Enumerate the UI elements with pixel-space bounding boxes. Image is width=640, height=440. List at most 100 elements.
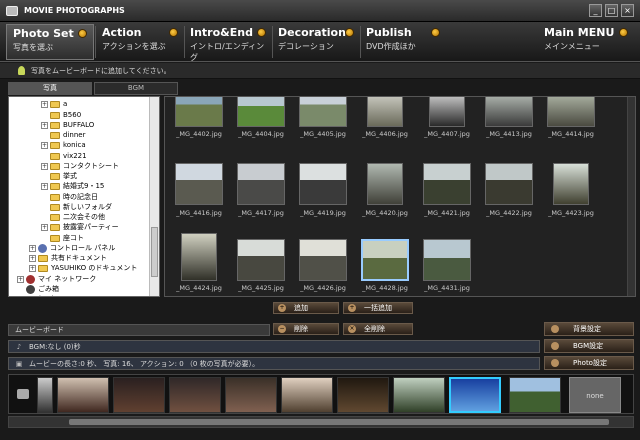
strip-frame[interactable] <box>169 377 221 413</box>
tab-photos[interactable]: 写真 <box>8 82 92 95</box>
app-icon <box>6 5 18 16</box>
tree-item[interactable]: 座コト <box>63 233 84 243</box>
expand-icon[interactable]: + <box>41 162 48 170</box>
photo-item[interactable]: _MG_4419.jpg <box>293 157 353 217</box>
photo-item[interactable]: _MG_4405.jpg <box>293 97 353 157</box>
strip-frame-selected[interactable] <box>449 377 501 413</box>
photo-item[interactable]: _MG_4423.jpg <box>541 157 601 217</box>
photo-setting-button[interactable]: Photo設定 <box>544 356 634 370</box>
source-tabs: 写真 BGM <box>8 82 178 95</box>
strip-frame[interactable] <box>509 377 561 413</box>
bgm-setting-button[interactable]: BGM設定 <box>544 339 634 353</box>
scrollbar-thumb[interactable] <box>69 419 609 425</box>
photo-item[interactable]: _MG_4417.jpg <box>231 157 291 217</box>
photo-item-selected[interactable]: _MG_4428.jpg <box>355 233 415 293</box>
photo-item[interactable]: _MG_4406.jpg <box>355 97 415 157</box>
tree-item[interactable]: 挙式 <box>63 171 77 181</box>
tree-item[interactable]: YASUHIKO のドキュメント <box>51 263 137 273</box>
trash-icon <box>26 284 35 294</box>
background-setting-button[interactable]: 背景設定 <box>544 322 634 336</box>
expand-icon[interactable]: + <box>29 244 36 252</box>
photo-item[interactable]: _MG_4426.jpg <box>293 233 353 293</box>
photo-item[interactable]: _MG_4402.jpg <box>169 97 229 157</box>
tab-photo-set[interactable]: Photo Set 写真を選ぶ <box>6 24 94 60</box>
camera-icon[interactable] <box>17 389 29 399</box>
orb-icon <box>78 29 87 38</box>
close-button[interactable]: × <box>621 4 634 17</box>
expand-icon[interactable]: + <box>41 141 48 149</box>
strip-frame[interactable] <box>113 377 165 413</box>
expand-icon[interactable]: + <box>29 254 36 262</box>
photo-item[interactable]: _MG_4431.jpg <box>417 233 477 293</box>
tree-item[interactable]: 共有ドキュメント <box>51 253 107 263</box>
strip-frame[interactable] <box>281 377 333 413</box>
tree-item[interactable]: 時の記念日 <box>63 192 98 202</box>
photo-item[interactable]: _MG_4424.jpg <box>169 233 229 293</box>
tab-intro-end[interactable]: Intro&End イントロ/エンディング <box>184 24 272 62</box>
tree-item[interactable]: BUFFALO <box>63 121 94 129</box>
tree-scrollbar[interactable] <box>149 97 159 296</box>
photo-filename: _MG_4413.jpg <box>486 130 532 138</box>
tree-item[interactable]: B560 <box>63 111 81 119</box>
folder-icon <box>50 172 60 180</box>
photo-filename: _MG_4422.jpg <box>486 209 532 217</box>
scrollbar-thumb[interactable] <box>151 227 158 277</box>
photo-item[interactable]: _MG_4420.jpg <box>355 157 415 217</box>
photo-item[interactable]: _MG_4416.jpg <box>169 157 229 217</box>
photo-thumbnail <box>429 97 465 127</box>
add-all-button[interactable]: + 一括追加 <box>343 302 413 314</box>
add-button[interactable]: + 追加 <box>273 302 339 314</box>
expand-icon[interactable]: + <box>41 100 48 108</box>
strip-scrollbar[interactable] <box>8 416 634 428</box>
folder-tree[interactable]: + a B560 + BUFFALO dinner + konica vix221 +… <box>8 96 160 297</box>
strip-frame[interactable] <box>225 377 277 413</box>
expand-icon[interactable]: + <box>41 223 48 231</box>
photo-item[interactable]: _MG_4422.jpg <box>479 157 539 217</box>
tree-item[interactable]: コントロール パネル <box>50 243 115 253</box>
tree-item[interactable]: 新しいフォルダ <box>63 202 112 212</box>
tree-item[interactable]: konica <box>39 295 62 296</box>
empty-frame[interactable]: none <box>569 377 621 413</box>
expand-icon[interactable]: + <box>41 182 48 190</box>
expand-icon[interactable]: + <box>41 121 48 129</box>
tree-item[interactable]: コンタクトシート <box>63 161 119 171</box>
tree-item[interactable]: konica <box>63 141 86 149</box>
tab-main-menu[interactable]: Main MENU メインメニュー <box>538 24 634 60</box>
photo-filename: _MG_4426.jpg <box>300 284 346 292</box>
tree-item[interactable]: 披露宴パーティー <box>63 222 119 232</box>
photo-item[interactable]: _MG_4425.jpg <box>231 233 291 293</box>
photo-item[interactable]: _MG_4404.jpg <box>231 97 291 157</box>
tree-item[interactable]: dinner <box>63 131 85 139</box>
minimize-button[interactable]: _ <box>589 4 602 17</box>
strip-frame[interactable] <box>37 377 53 413</box>
photo-thumbnail <box>299 163 347 205</box>
strip-frame[interactable] <box>57 377 109 413</box>
photo-item[interactable]: _MG_4407.jpg <box>417 97 477 157</box>
expand-icon[interactable]: + <box>17 275 24 283</box>
delete-button[interactable]: − 削除 <box>273 323 339 335</box>
tree-item[interactable]: a <box>63 100 67 108</box>
tree-item[interactable]: 結婚式9・15 <box>63 181 104 191</box>
tab-action[interactable]: Action アクションを選ぶ <box>96 24 184 60</box>
tree-item[interactable]: ごみ箱 <box>38 284 59 294</box>
maximize-button[interactable]: □ <box>605 4 618 17</box>
grid-scrollbar[interactable] <box>627 97 635 296</box>
tab-publish[interactable]: Publish DVD作成ほか <box>360 24 446 60</box>
folder-icon <box>50 182 60 190</box>
photo-item[interactable]: _MG_4421.jpg <box>417 157 477 217</box>
expand-icon[interactable]: + <box>17 295 24 296</box>
tree-item[interactable]: vix221 <box>63 152 87 160</box>
tree-item[interactable]: 二次会その他 <box>63 212 105 222</box>
photo-item[interactable]: _MG_4414.jpg <box>541 97 601 157</box>
tab-bgm[interactable]: BGM <box>94 82 178 95</box>
folder-icon <box>50 131 60 139</box>
strip-frame[interactable] <box>337 377 389 413</box>
tree-item[interactable]: マイ ネットワーク <box>38 274 96 284</box>
expand-icon[interactable]: + <box>29 264 36 272</box>
photo-thumbnail <box>553 163 589 205</box>
tab-decoration[interactable]: Decoration デコレーション <box>272 24 360 60</box>
photo-item[interactable]: _MG_4413.jpg <box>479 97 539 157</box>
folder-icon <box>38 254 48 262</box>
strip-frame[interactable] <box>393 377 445 413</box>
delete-all-button[interactable]: × 全削除 <box>343 323 413 335</box>
